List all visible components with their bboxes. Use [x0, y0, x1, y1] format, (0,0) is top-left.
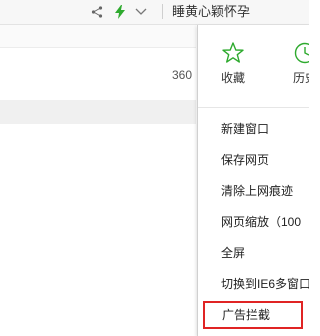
menu-item-ad-block[interactable]: 广告拦截: [203, 301, 303, 329]
flash-icon[interactable]: [113, 3, 127, 21]
menu-item-save-page[interactable]: 保存网页: [198, 147, 309, 173]
menu-item-switch-ie6[interactable]: 切换到IE6多窗口: [198, 271, 309, 297]
tools-dropdown-menu: 收藏 历史 新建窗口 保存网页 清除上网痕迹 网页缩放（100 全屏 切换到IE…: [197, 25, 309, 336]
history-button[interactable]: 历史: [293, 41, 309, 86]
chevron-down-icon[interactable]: [134, 3, 148, 21]
star-icon: [221, 41, 245, 65]
tab-strip-background: [0, 25, 196, 48]
history-label: 历史: [293, 71, 309, 85]
quick-actions: 收藏 历史: [198, 25, 309, 105]
favorites-label: 收藏: [221, 71, 246, 85]
browser-toolbar: 睡黄心颖怀孕: [0, 0, 309, 25]
browser-window: 睡黄心颖怀孕 360 收藏 历史: [0, 0, 309, 336]
page-text-360: 360: [172, 68, 193, 82]
page-gray-band: [0, 100, 196, 124]
share-icon[interactable]: [90, 3, 104, 21]
menu-item-zoom[interactable]: 网页缩放（100: [198, 209, 309, 235]
search-suggestion[interactable]: 睡黄心颖怀孕: [172, 3, 250, 21]
toolbar-divider: [162, 4, 163, 19]
favorites-button[interactable]: 收藏: [221, 41, 261, 86]
menu-item-clear-traces[interactable]: 清除上网痕迹: [198, 178, 309, 204]
menu-separator: [198, 107, 309, 108]
menu-item-fullscreen[interactable]: 全屏: [198, 240, 309, 266]
menu-item-new-window[interactable]: 新建窗口: [198, 116, 309, 142]
history-icon: [293, 41, 309, 65]
